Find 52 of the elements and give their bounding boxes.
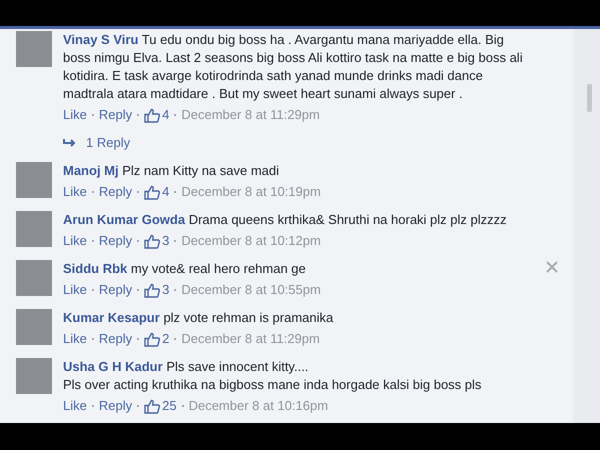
comment-text: Manoj Mj Plz nam Kitty na save madi <box>63 162 280 180</box>
comment-time[interactable]: December 8 at 10:19pm <box>181 183 321 201</box>
avatar-photo[interactable] <box>16 31 52 67</box>
comment-time[interactable]: December 8 at 10:16pm <box>188 397 328 415</box>
like-count: 3 <box>162 232 170 250</box>
author-link[interactable]: Usha G H Kadur <box>63 359 163 374</box>
view-replies-link[interactable]: 1 Reply <box>86 134 130 152</box>
comment-text: Kumar Kesapur plz vote rehman is pramanika <box>63 309 334 327</box>
like-link[interactable]: Like <box>63 281 87 299</box>
comment-time[interactable]: December 8 at 10:55pm <box>181 281 321 299</box>
comment-time[interactable]: December 8 at 10:12pm <box>181 232 321 250</box>
like-link[interactable]: Like <box>63 183 87 201</box>
thumbs-up-icon <box>144 398 160 414</box>
like-count: 2 <box>162 330 170 348</box>
thumbs-up-icon <box>144 108 160 122</box>
avatar-photo[interactable] <box>16 358 52 394</box>
author-link[interactable]: Vinay S Viru <box>63 32 138 47</box>
like-count: 4 <box>162 106 170 124</box>
reply-link[interactable]: Reply <box>98 330 132 348</box>
scrollbar-thumb[interactable] <box>587 84 592 112</box>
like-link[interactable]: Like <box>63 232 87 250</box>
like-count: 3 <box>162 281 170 299</box>
author-link[interactable]: Arun Kumar Gowda <box>63 212 186 227</box>
like-count: 4 <box>162 183 170 201</box>
reply-link[interactable]: Reply <box>98 232 132 250</box>
like-count: 25 <box>162 397 177 415</box>
like-link[interactable]: Like <box>63 330 87 348</box>
avatar-photo[interactable] <box>16 162 52 198</box>
avatar-photo[interactable] <box>16 260 52 296</box>
author-link[interactable]: Siddu Rbk <box>63 261 128 276</box>
avatar-photo[interactable] <box>16 309 52 345</box>
author-link[interactable]: Kumar Kesapur <box>63 310 160 325</box>
thumbs-up-icon <box>144 332 160 346</box>
thumbs-up-icon <box>144 282 160 298</box>
comment-text: Arun Kumar Gowda Drama queens krthika& Shruthi na horaki plz plz plzzzz <box>63 211 507 229</box>
thumbs-up-icon <box>144 184 160 200</box>
close-icon[interactable] <box>546 261 558 273</box>
thumbs-up-icon <box>144 234 160 248</box>
reply-link[interactable]: Reply <box>98 183 132 201</box>
comment-time[interactable]: December 8 at 11:29pm <box>181 330 320 348</box>
comment-time[interactable]: December 8 at 11:29pm <box>181 106 320 124</box>
comment-text: Siddu Rbk my vote& real hero rehman ge <box>63 260 306 278</box>
comment-text: Usha G H Kadur Pls save innocent kitty.... Pls over acting kruthika na bigboss mane inda horgade kalsi big boss pls <box>63 358 482 394</box>
author-link[interactable]: Manoj Mj <box>63 163 119 178</box>
reply-link[interactable]: Reply <box>98 281 132 299</box>
reply-link[interactable]: Reply <box>98 397 132 415</box>
reply-arrow-icon <box>63 138 76 148</box>
like-link[interactable]: Like <box>63 106 87 124</box>
comment-text: Vinay S Viru Tu edu ondu big boss ha . Avargantu mana mariyadde ella. Big boss nimgu Elva. Last 2 seasons big boss Ali kottiro task na matte e big boss ali kotidira. E task avarge kotirodrinda sath yanad munde drinks madi dance madtrala atara madtidare . But my sweet heart sunami always super . <box>63 31 524 103</box>
avatar-photo[interactable] <box>16 211 52 247</box>
like-link[interactable]: Like <box>63 397 87 415</box>
reply-link[interactable]: Reply <box>98 106 132 124</box>
